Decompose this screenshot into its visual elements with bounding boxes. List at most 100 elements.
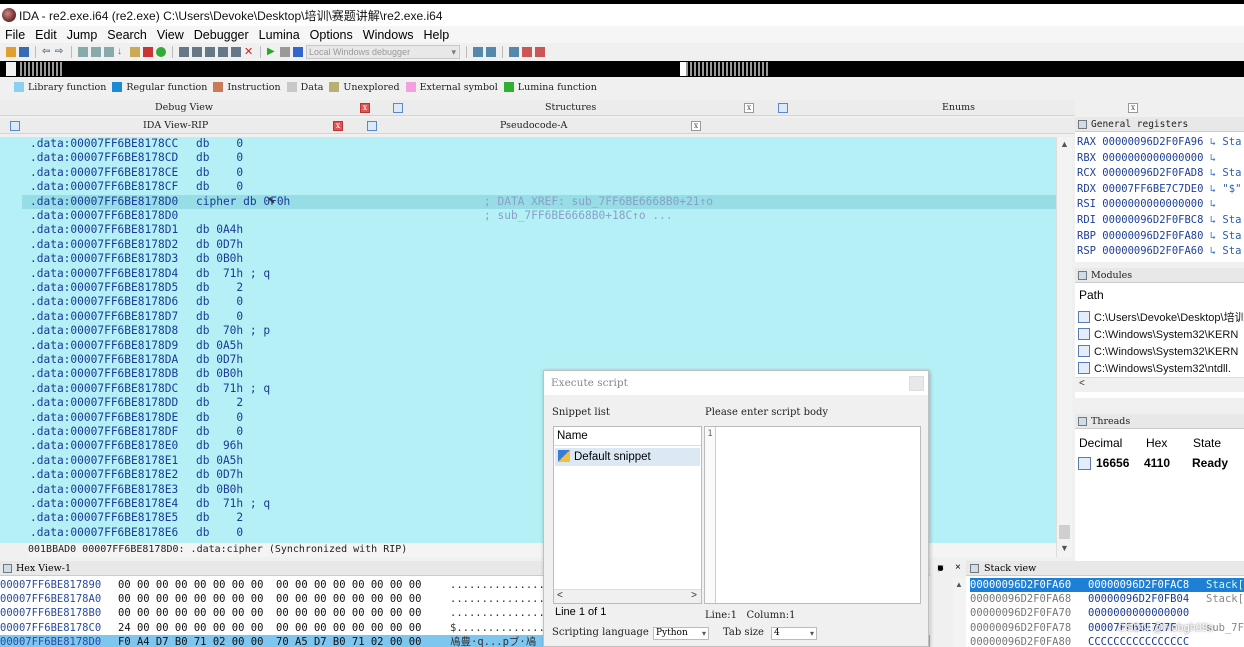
modules-hscroll[interactable]: < [1075, 377, 1244, 392]
stack-rows[interactable]: 00000096D2F0FA60 00000096D2F0FAC8 Stack[00… [966, 578, 1244, 647]
register-value[interactable]: 00007FF6BE7C7DE0 [1102, 183, 1203, 195]
hex-ascii[interactable]: 鳰豊·q...pブ·鳰 [450, 635, 536, 647]
disasm-address[interactable]: .data:00007FF6BE8178E3 [30, 483, 178, 497]
pause-icon[interactable] [280, 47, 290, 57]
text-search-icon[interactable] [91, 47, 101, 57]
pointer-arrow-icon[interactable]: ↳ [1203, 152, 1222, 164]
thread-state[interactable]: Ready [1192, 456, 1228, 470]
disasm-line[interactable]: • .data:00007FF6BE8178D4 db 71h ; q [22, 267, 1056, 281]
disasm-line[interactable]: • .data:00007FF6BE8178D6 db 0 [22, 295, 1056, 309]
trace-icon[interactable] [522, 47, 532, 57]
hex-ascii[interactable]: $............... [450, 621, 551, 635]
tab-size-select[interactable]: 4 ▾ [771, 627, 817, 640]
patch-icon[interactable] [130, 47, 140, 57]
disasm-instruction[interactable]: db 0A4h [196, 223, 243, 237]
disasm-address[interactable]: .data:00007FF6BE8178DE [30, 411, 178, 425]
snippet-item[interactable]: Default snippet [555, 448, 700, 466]
stack-value[interactable]: CCCCCCCCCCCCCCCC [1088, 635, 1189, 647]
tab-debug-view[interactable]: Debug View [155, 102, 213, 113]
disasm-comment[interactable]: ; DATA XREF: sub_7FF6BE6668B0+21↑o [484, 195, 713, 209]
hex-bytes[interactable]: 00 00 00 00 00 00 00 00 00 00 00 00 00 0… [118, 592, 421, 606]
pointer-arrow-icon[interactable]: ↳ [1203, 214, 1222, 226]
forward-arrow-icon[interactable]: ⇨ [55, 47, 65, 57]
hex-bytes[interactable]: 00 00 00 00 00 00 00 00 00 00 00 00 00 0… [118, 606, 421, 620]
hex-ascii[interactable]: ................ [450, 578, 551, 592]
disasm-instruction[interactable]: db 0 [196, 166, 243, 180]
register-value[interactable]: 00000096D2F0FA80 [1102, 230, 1203, 242]
scroll-thumb[interactable] [1059, 525, 1070, 539]
register-row[interactable]: RAX 00000096D2F0FA96 ↳ Sta [1077, 135, 1241, 151]
disasm-address[interactable]: .data:00007FF6BE8178D3 [30, 252, 178, 266]
disasm-address[interactable]: .data:00007FF6BE8178E4 [30, 497, 178, 511]
stack-value[interactable]: 00000096D2F0FB04 [1088, 592, 1189, 606]
scroll-up-icon[interactable]: ▲ [1060, 139, 1069, 149]
dialog-close-button[interactable] [909, 376, 924, 391]
binary-search-icon[interactable] [78, 47, 88, 57]
disasm-address[interactable]: .data:00007FF6BE8178D4 [30, 267, 178, 281]
jump-down-icon[interactable]: ↓ [117, 47, 127, 57]
close-pseudocode-icon[interactable]: x [691, 121, 701, 131]
disasm-instruction[interactable]: db 0A5h [196, 339, 243, 353]
register-row[interactable]: RSI 0000000000000000 ↳ [1077, 197, 1222, 213]
hex-bytes[interactable]: F0 A4 D7 B0 71 02 00 00 70 A5 D7 B0 71 0… [118, 635, 421, 647]
disasm-line[interactable]: • .data:00007FF6BE8178D8 db 70h ; p [22, 324, 1056, 338]
snippet-list-header[interactable]: Name [554, 427, 701, 446]
pointer-arrow-icon[interactable]: ↳ [1203, 136, 1222, 148]
register-value[interactable]: 00000096D2F0FA60 [1102, 245, 1203, 257]
menu-lumina[interactable]: Lumina [254, 28, 305, 42]
save-icon[interactable] [19, 47, 29, 57]
stack-row[interactable]: 00000096D2F0FA70 0000000000000000 [970, 606, 1244, 620]
close-enums-icon[interactable]: x [1128, 103, 1138, 113]
snippet-list-hscroll[interactable]: < > [554, 589, 701, 603]
calls-icon[interactable] [231, 47, 241, 57]
scroll-left-icon[interactable]: < [1079, 378, 1085, 389]
pointer-arrow-icon[interactable]: ↳ [1203, 230, 1222, 242]
menu-search[interactable]: Search [102, 28, 152, 42]
disasm-instruction[interactable]: db 0 [196, 411, 243, 425]
disasm-address[interactable]: .data:00007FF6BE8178D7 [30, 310, 178, 324]
disasm-line[interactable]: • .data:00007FF6BE8178D0 cipher db 0F0h ; D… [22, 194, 1056, 209]
disasm-line[interactable]: • .data:00007FF6BE8178D1 db 0A4h [22, 223, 1056, 237]
debugger-select[interactable]: Local Windows debugger [306, 45, 460, 59]
modules-path-header[interactable]: Path [1079, 288, 1104, 302]
threads-col-decimal[interactable]: Decimal [1079, 436, 1122, 450]
disasm-instruction[interactable]: db 0D7h [196, 238, 243, 252]
disasm-instruction[interactable]: db 0D7h [196, 353, 243, 367]
hex-bytes[interactable]: 24 00 00 00 00 00 00 00 00 00 00 00 00 0… [118, 621, 421, 635]
tracing-options-icon[interactable] [535, 47, 545, 57]
module-row[interactable]: C:\Windows\System32\ntdll. [1078, 361, 1231, 378]
menu-windows[interactable]: Windows [358, 28, 419, 42]
register-value[interactable]: 00000096D2F0FA96 [1102, 136, 1203, 148]
disasm-address[interactable]: .data:00007FF6BE8178E5 [30, 511, 178, 525]
close-x-icon[interactable]: ✕ [244, 47, 254, 58]
disasm-instruction[interactable]: db 2 [196, 511, 243, 525]
disasm-instruction[interactable]: db 0 [196, 425, 243, 439]
register-value[interactable]: 0000000000000000 [1102, 152, 1203, 164]
disasm-instruction[interactable]: db 71h ; q [196, 497, 270, 511]
menu-debugger[interactable]: Debugger [189, 28, 254, 42]
run-green-icon[interactable] [156, 47, 166, 57]
disasm-instruction[interactable]: db 2 [196, 281, 243, 295]
tab-pseudocode-a[interactable]: Pseudocode-A [500, 120, 567, 131]
immediate-search-icon[interactable] [104, 47, 114, 57]
disasm-address[interactable]: .data:00007FF6BE8178D1 [30, 223, 178, 237]
register-row[interactable]: RBX 0000000000000000 ↳ [1077, 151, 1222, 167]
disasm-line[interactable]: • .data:00007FF6BE8178DA db 0D7h [22, 353, 1056, 367]
disasm-address[interactable]: .data:00007FF6BE8178DA [30, 353, 178, 367]
module-row[interactable]: C:\Windows\System32\KERN [1078, 344, 1238, 361]
threads-col-hex[interactable]: Hex [1146, 436, 1167, 450]
disasm-instruction[interactable]: db 2 [196, 396, 243, 410]
disasm-instruction[interactable]: db 0 [196, 295, 243, 309]
stop-icon[interactable] [293, 47, 303, 57]
disasm-address[interactable]: .data:00007FF6BE8178D8 [30, 324, 178, 338]
disasm-address[interactable]: .data:00007FF6BE8178D6 [30, 295, 178, 309]
disasm-scrollbar[interactable]: ▲ ▼ [1056, 137, 1072, 557]
graph-icon[interactable] [179, 47, 189, 57]
register-row[interactable]: RDX 00007FF6BE7C7DE0 ↳ "$" [1077, 182, 1241, 198]
disasm-comment[interactable]: ; sub_7FF6BE6668B0+18C↑o ... [484, 209, 673, 223]
disasm-address[interactable]: .data:00007FF6BE8178DC [30, 382, 178, 396]
play-icon[interactable]: ▶ [267, 47, 277, 57]
proximity-icon[interactable] [192, 47, 202, 57]
back-arrow-icon[interactable]: ⇦ [42, 47, 52, 57]
menu-edit[interactable]: Edit [30, 28, 62, 42]
